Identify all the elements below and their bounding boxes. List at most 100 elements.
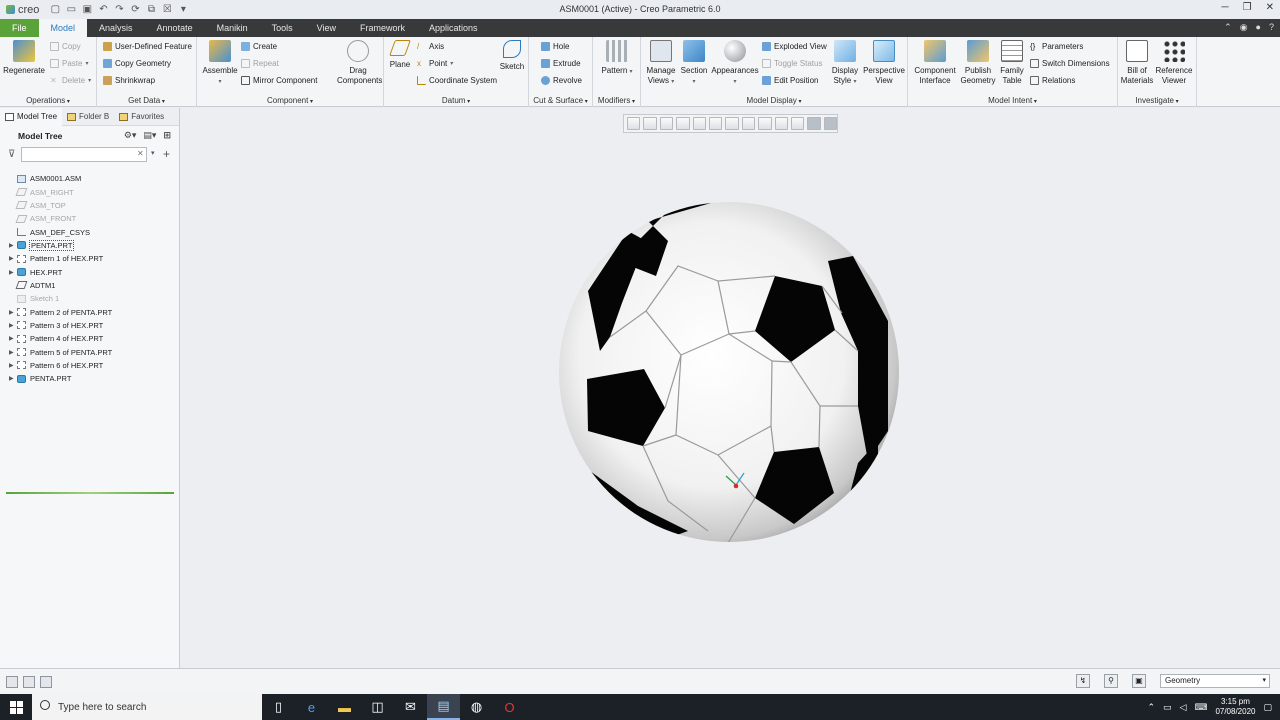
show-browser-icon[interactable] (23, 676, 35, 688)
point-button[interactable]: x Point (417, 59, 453, 68)
tab-view[interactable]: View (305, 19, 348, 37)
datum-display-icon[interactable] (774, 117, 788, 130)
tab-framework[interactable]: Framework (348, 19, 417, 37)
expand-icon[interactable]: ▶ (9, 242, 17, 249)
notifications-icon[interactable]: ▢ (1263, 702, 1272, 713)
create-button[interactable]: Create (241, 42, 277, 51)
display-style-icon[interactable] (708, 117, 723, 130)
expand-icon[interactable]: ▶ (9, 375, 17, 382)
search-options-icon[interactable]: ▾ (151, 149, 155, 157)
tree-node-part[interactable]: ▶ HEX.PRT (0, 265, 180, 278)
save-icon[interactable]: ▣ (81, 4, 93, 16)
switch-dimensions-button[interactable]: Switch Dimensions (1030, 59, 1110, 68)
axis-button[interactable]: / Axis (417, 42, 444, 51)
section-toggle-icon[interactable] (758, 117, 772, 130)
drag-components-button[interactable]: Drag Components (337, 40, 382, 86)
repeat-button[interactable]: Repeat (241, 59, 279, 68)
expand-icon[interactable]: ▶ (9, 309, 17, 316)
regeneration-status-icon[interactable]: ↯ (1076, 674, 1090, 688)
tab-file[interactable]: File (0, 19, 39, 37)
customize-qat-icon[interactable]: ▾ (177, 4, 189, 16)
minimize-icon[interactable]: ─ (1222, 2, 1229, 13)
clear-search-icon[interactable]: ✕ (137, 149, 144, 158)
tab-tools[interactable]: Tools (260, 19, 305, 37)
tree-node-part[interactable]: ▶ PENTA.PRT (0, 372, 180, 385)
hole-button[interactable]: Hole (541, 42, 569, 51)
selection-buffer-icon[interactable]: ▣ (1132, 674, 1146, 688)
tab-favorites[interactable]: Favorites (114, 108, 169, 126)
expand-icon[interactable]: ▶ (9, 335, 17, 342)
spin-center-icon[interactable] (807, 117, 821, 130)
help-icon[interactable]: ? (1269, 22, 1274, 33)
annotation-display-icon[interactable] (790, 117, 805, 130)
tab-applications[interactable]: Applications (417, 19, 490, 37)
expand-icon[interactable]: ▶ (9, 255, 17, 262)
find-icon[interactable]: ⚲ (1104, 674, 1118, 688)
perspective-view-button[interactable]: Perspective View (862, 40, 906, 86)
shrinkwrap-button[interactable]: Shrinkwrap (103, 76, 155, 85)
cut-surface-label[interactable]: Cut & Surface (529, 96, 592, 105)
mail-icon[interactable]: ✉ (394, 694, 427, 720)
modifiers-label[interactable]: Modifiers (593, 96, 640, 105)
expand-icon[interactable]: ▶ (9, 362, 17, 369)
show-navigator-icon[interactable] (6, 676, 18, 688)
redo-icon[interactable]: ↷ (113, 4, 125, 16)
tree-filters-icon[interactable]: ⊞ (163, 130, 171, 141)
section-button[interactable]: Section (679, 40, 709, 87)
notepad-icon[interactable]: ▤ (427, 694, 460, 720)
tree-node-pattern[interactable]: ▶ Pattern 6 of HEX.PRT (0, 359, 180, 372)
animation-icon[interactable] (823, 117, 838, 130)
start-button[interactable] (0, 694, 32, 720)
saved-orientations-icon[interactable] (725, 117, 739, 130)
refit-icon[interactable] (627, 117, 641, 130)
exploded-view-button[interactable]: Exploded View (762, 42, 827, 51)
new-file-icon[interactable]: ▢ (49, 4, 61, 16)
plane-button[interactable]: Plane (387, 40, 413, 70)
delete-button[interactable]: ✕ Delete (50, 76, 91, 85)
tab-folder-browser[interactable]: Folder B (62, 108, 114, 126)
network-icon[interactable]: ▭ (1163, 702, 1172, 713)
graphics-window[interactable] (180, 108, 1280, 668)
tab-analysis[interactable]: Analysis (87, 19, 145, 37)
opera-icon[interactable]: O (493, 694, 526, 720)
soccer-ball-model[interactable] (558, 201, 900, 543)
mirror-component-button[interactable]: Mirror Component (241, 76, 317, 85)
full-screen-icon[interactable] (40, 676, 52, 688)
insert-here-marker[interactable] (6, 492, 174, 494)
repaint-icon[interactable] (676, 117, 690, 130)
copy-button[interactable]: Copy (50, 42, 81, 51)
tree-node-pattern[interactable]: ▶ Pattern 2 of PENTA.PRT (0, 305, 180, 318)
tree-node-datum-plane[interactable]: ASM_FRONT (0, 212, 180, 225)
perspective-toggle-icon[interactable] (741, 117, 756, 130)
tab-model[interactable]: Model (38, 19, 88, 37)
tree-node-datum-plane[interactable]: ASM_TOP (0, 199, 180, 212)
show-icon[interactable]: ▤▾ (143, 130, 156, 141)
keyboard-icon[interactable]: ⌨ (1194, 702, 1207, 713)
clock[interactable]: 3:15 pm 07/08/2020 (1215, 697, 1255, 717)
tree-node-pattern[interactable]: ▶ Pattern 1 of HEX.PRT (0, 252, 180, 265)
manage-views-button[interactable]: Manage Views (643, 40, 679, 87)
relations-button[interactable]: Relations (1030, 76, 1075, 85)
investigate-label[interactable]: Investigate (1118, 96, 1196, 105)
copy-geometry-button[interactable]: Copy Geometry (103, 59, 171, 68)
tree-node-root[interactable]: ASM0001.ASM (0, 172, 180, 185)
zoom-out-icon[interactable] (659, 117, 674, 130)
tree-search-input[interactable] (21, 147, 147, 162)
collapse-ribbon-icon[interactable]: ⌃ (1224, 22, 1232, 33)
tree-node-part[interactable]: ▶ PENTA.PRT (0, 239, 180, 252)
coordinate-system-button[interactable]: Coordinate System (417, 76, 497, 85)
paste-button[interactable]: Paste (50, 59, 88, 68)
edit-position-button[interactable]: Edit Position (762, 76, 818, 85)
tab-annotate[interactable]: Annotate (145, 19, 205, 37)
display-style-button[interactable]: Display Style (829, 40, 861, 87)
publish-geometry-button[interactable]: Publish Geometry (958, 40, 998, 86)
parameters-button[interactable]: {} Parameters (1030, 42, 1083, 51)
operations-label[interactable]: Operations (0, 96, 96, 105)
tree-node-csys[interactable]: ASM_DEF_CSYS (0, 225, 180, 238)
component-label[interactable]: Component (197, 96, 383, 105)
expand-icon[interactable]: ▶ (9, 269, 17, 276)
tree-node-pattern[interactable]: ▶ Pattern 5 of PENTA.PRT (0, 345, 180, 358)
regenerate-button[interactable]: Regenerate (3, 40, 45, 76)
datum-label[interactable]: Datum (384, 96, 528, 105)
reference-viewer-button[interactable]: Reference Viewer (1154, 40, 1194, 86)
